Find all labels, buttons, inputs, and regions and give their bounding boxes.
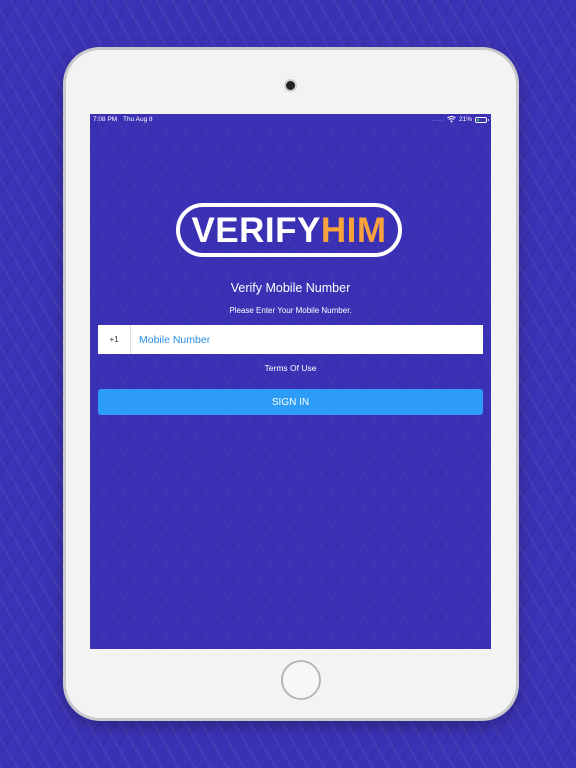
- battery-icon: [475, 116, 489, 123]
- status-time: 7:08 PM: [93, 116, 118, 123]
- terms-of-use-link[interactable]: Terms Of Use: [90, 363, 491, 373]
- status-date: Thu Aug 8: [123, 116, 153, 123]
- app-screen: 7:08 PM Thu Aug 8 ..... 21% VERIFY HIM Ve…: [90, 114, 491, 649]
- page-subtitle: Please Enter Your Mobile Number.: [229, 306, 352, 315]
- ipad-frame: 7:08 PM Thu Aug 8 ..... 21% VERIFY HIM Ve…: [66, 50, 516, 718]
- sign-in-button[interactable]: SIGN IN: [98, 389, 483, 415]
- logo-text-him: HIM: [320, 210, 387, 250]
- signal-indicator: .....: [432, 116, 444, 123]
- mobile-number-input[interactable]: [131, 324, 483, 355]
- battery-fill: [477, 118, 479, 121]
- verifyhim-logo: VERIFY HIM: [176, 203, 402, 257]
- battery-percent: 21%: [458, 116, 472, 123]
- phone-input-row: +1: [98, 324, 483, 355]
- country-code-selector[interactable]: +1: [98, 325, 131, 354]
- logo-text-verify: VERIFY: [191, 210, 321, 250]
- status-bar: 7:08 PM Thu Aug 8 ..... 21%: [90, 114, 491, 126]
- page-title: Verify Mobile Number: [230, 281, 351, 295]
- wifi-icon: [447, 116, 456, 123]
- camera-icon: [286, 81, 295, 90]
- status-indicators: ..... 21%: [432, 116, 489, 123]
- home-button[interactable]: [281, 660, 321, 700]
